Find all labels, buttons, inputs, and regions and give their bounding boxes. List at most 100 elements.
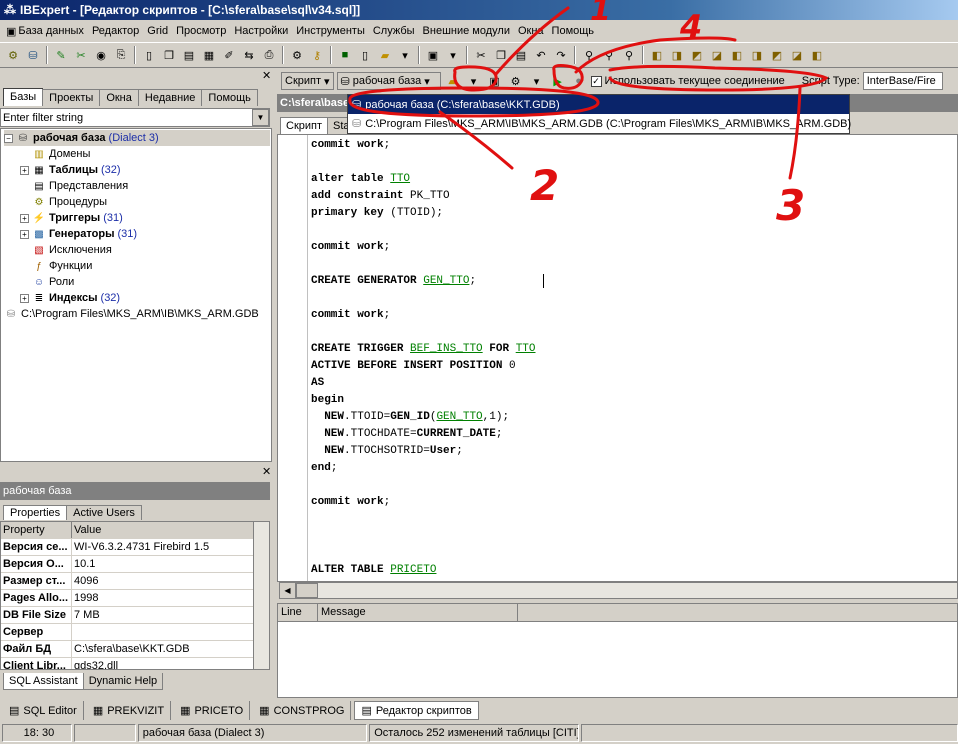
db-icon[interactable]: ⛁ [24,46,42,64]
tab-prekvizit[interactable]: ▦ PREKVIZIT [87,701,172,720]
settings-icon[interactable]: ⚙ [507,72,525,90]
print-icon[interactable]: ⎙ [260,46,278,64]
script-editor[interactable]: commit work; alter table TTO add constra… [277,134,958,582]
tab-constprog[interactable]: ▦ CONSTPROG [253,701,352,720]
exit-icon[interactable]: ⎘ [112,46,130,64]
tab-databases[interactable]: Базы [3,88,44,106]
connect-icon[interactable]: ✎ [52,46,70,64]
chevron-down-icon[interactable]: ▾ [528,72,546,90]
script-type-select[interactable]: InterBase/Fire [862,72,943,90]
chevron-down-icon[interactable]: ▾ [465,72,483,90]
tree-node-db[interactable]: − ⛁ рабочая база (Dialect 3) [4,130,270,146]
tab-script[interactable]: Скрипт [280,117,329,134]
tab-priceto[interactable]: ▦ PRICETO [174,701,251,720]
menu-grid[interactable]: Grid [143,25,172,37]
filter-input[interactable]: Enter filter string ▼ [0,108,270,127]
col-line[interactable]: Line [278,604,318,621]
tab-properties[interactable]: Properties [3,505,68,520]
scroll-thumb[interactable] [296,583,318,598]
expand-icon[interactable]: + [20,213,29,223]
copy-icon[interactable]: ❐ [160,46,178,64]
col-message[interactable]: Message [318,604,518,621]
scroll-left-icon[interactable]: ◀ [280,583,296,598]
expand-icon[interactable]: + [20,229,29,239]
cut-icon[interactable]: ✂ [472,46,490,64]
doc-icon[interactable]: ▤ [180,46,198,64]
green-block-icon[interactable]: ■ [336,46,354,64]
tree-node-other-db[interactable]: ⛁ C:\Program Files\MKS_ARM\IB\MKS_ARM.GD… [4,306,259,322]
tool-icon[interactable]: ◩ [688,46,706,64]
tree-node-domains[interactable]: ▥ Домены [32,146,90,162]
tree-node-generators[interactable]: + ▩ Генераторы (31) [20,226,137,242]
tab-help[interactable]: Помощь [201,89,258,106]
expand-icon[interactable]: + [20,293,29,303]
run-icon[interactable]: ▶ [549,72,567,90]
tool-icon[interactable]: ◧ [808,46,826,64]
dropdown-item-working-db[interactable]: ⛁ рабочая база (C:\sfera\base\KKT.GDB) [348,95,849,114]
query-icon[interactable]: ▦ [200,46,218,64]
tree-node-indices[interactable]: + ≣ Индексы (32) [20,290,120,306]
menu-services[interactable]: Службы [369,25,419,37]
link-icon[interactable]: ⇆ [240,46,258,64]
tab-sql-assistant[interactable]: SQL Assistant [3,673,84,690]
stop-icon[interactable]: ● [570,72,588,90]
table-row[interactable]: Pages Allo... 1998 [1,590,269,607]
menu-plugins[interactable]: Внешние модули [419,25,514,37]
table-row[interactable]: Сервер [1,624,269,641]
table-row[interactable]: Размер ст... 4096 [1,573,269,590]
folder-icon[interactable]: ▰ [376,46,394,64]
tool-icon[interactable]: ◨ [748,46,766,64]
menu-view[interactable]: Просмотр [172,25,230,37]
disconnect-icon[interactable]: ✂ [72,46,90,64]
tab-sql-editor[interactable]: ▤ SQL Editor [3,701,84,720]
menu-windows[interactable]: Окна [514,25,548,37]
tree-node-roles[interactable]: ☺ Роли [32,274,74,290]
copy-icon[interactable]: ❐ [492,46,510,64]
expand-icon[interactable]: + [20,165,29,175]
tool-icon[interactable]: ◨ [668,46,686,64]
tab-dynamic-help[interactable]: Dynamic Help [82,673,164,690]
tree-node-procedures[interactable]: ⚙ Процедуры [32,194,108,210]
undo-icon[interactable]: ↶ [532,46,550,64]
close-icon[interactable]: ✕ [262,70,271,82]
db-select[interactable]: ⛁ рабочая база ▾ [336,72,441,90]
settings-icon[interactable]: ⚙ [288,46,306,64]
paste-icon[interactable]: ▤ [512,46,530,64]
script-button[interactable]: Скрипт ▾ [281,72,334,90]
table-row[interactable]: Client Libr... gds32.dll [1,658,269,669]
tree-node-functions[interactable]: ƒ Функции [32,258,92,274]
tree-node-triggers[interactable]: + ⚡ Триггеры (31) [20,210,123,226]
table-row[interactable]: DB File Size 7 MB [1,607,269,624]
open-folder-icon[interactable]: ▰ [444,72,462,90]
close-icon[interactable]: ✕ [262,465,271,478]
tree-node-tables[interactable]: + ▦ Таблицы (32) [20,162,121,178]
tool-icon[interactable]: ◧ [728,46,746,64]
new-icon[interactable]: ▯ [140,46,158,64]
save-icon[interactable]: ▣ [486,72,504,90]
tab-active-users[interactable]: Active Users [66,505,142,520]
find-next-icon[interactable]: ⚲ [600,46,618,64]
tab-recent[interactable]: Недавние [137,89,203,106]
menu-tools[interactable]: Инструменты [292,25,369,37]
save-icon[interactable]: ▣ [424,46,442,64]
menu-database[interactable]: ▣ База данных [2,25,88,38]
properties-scrollbar[interactable] [253,522,269,669]
tab-projects[interactable]: Проекты [42,89,101,106]
table-row[interactable]: Файл БД C:\sfera\base\KKT.GDB [1,641,269,658]
tool-icon[interactable]: ◧ [648,46,666,64]
key-icon[interactable]: ⚷ [308,46,326,64]
refresh-icon[interactable]: ◉ [92,46,110,64]
edit-icon[interactable]: ✐ [220,46,238,64]
menu-settings[interactable]: Настройки [230,25,292,37]
tool-icon[interactable]: ◩ [768,46,786,64]
page-icon[interactable]: ▯ [356,46,374,64]
tool-icon[interactable]: ◪ [788,46,806,64]
replace-icon[interactable]: ⚲ [620,46,638,64]
chevron-down-icon[interactable]: ▾ [444,46,462,64]
menu-editor[interactable]: Редактор [88,25,143,37]
tab-script-editor[interactable]: ▤ Редактор скриптов [354,701,479,720]
dropdown-item-mks-arm[interactable]: ⛁ C:\Program Files\MKS_ARM\IB\MKS_ARM.GDB… [348,114,851,133]
collapse-icon[interactable]: − [4,133,13,143]
table-row[interactable]: Версия О... 10.1 [1,556,269,573]
tool-icon[interactable]: ◪ [708,46,726,64]
